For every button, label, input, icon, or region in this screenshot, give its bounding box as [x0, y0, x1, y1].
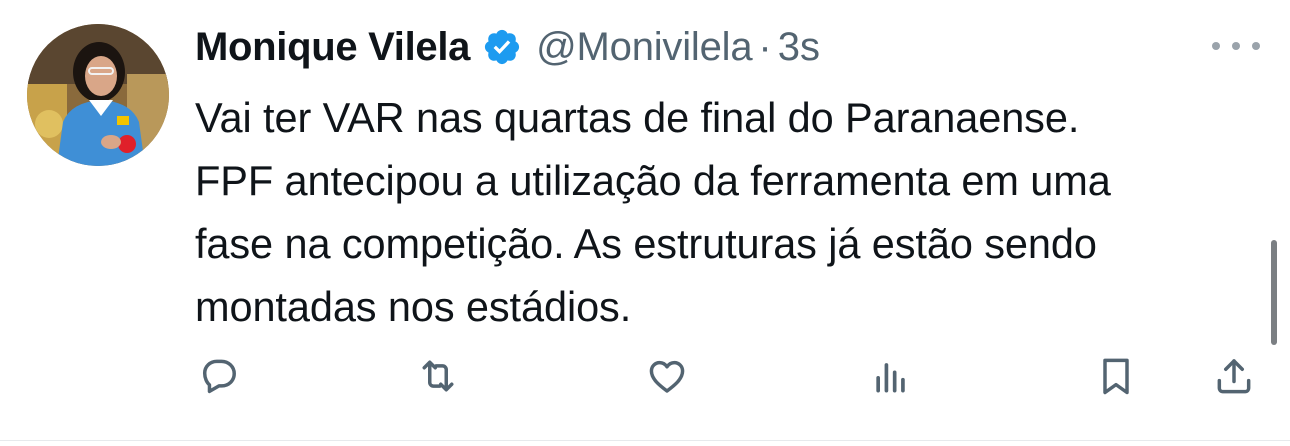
bookmark-button[interactable] — [1092, 352, 1140, 400]
share-button[interactable] — [1210, 352, 1258, 400]
bookmark-icon — [1103, 358, 1129, 395]
avatar[interactable] — [27, 24, 169, 166]
tweet[interactable]: Monique Vilela @Monivilela · 3s Vai ter … — [0, 0, 1290, 440]
display-name[interactable]: Monique Vilela — [195, 25, 470, 70]
verified-badge-icon — [482, 27, 522, 67]
views-button[interactable] — [867, 352, 915, 400]
tweet-text-line: FPF antecipou a utilização da ferramenta… — [195, 157, 1111, 204]
retweet-button[interactable] — [414, 352, 462, 400]
reply-button[interactable] — [195, 352, 243, 400]
scrollbar[interactable] — [1271, 240, 1277, 345]
like-button[interactable] — [643, 352, 691, 400]
more-options-icon[interactable] — [1212, 38, 1260, 54]
action-bar — [0, 352, 1290, 402]
share-icon — [1217, 359, 1251, 394]
separator-dot: · — [758, 24, 772, 69]
retweet-icon — [422, 360, 454, 392]
tweet-text: Vai ter VAR nas quartas de final do Para… — [195, 86, 1265, 338]
tweet-text-line: Vai ter VAR nas quartas de final do Para… — [195, 94, 1080, 141]
divider — [0, 440, 1290, 441]
timestamp[interactable]: 3s — [778, 25, 820, 70]
like-icon — [649, 360, 685, 393]
handle[interactable]: @Monivilela — [536, 25, 752, 70]
tweet-text-line: montadas nos estádios. — [195, 283, 632, 330]
views-icon — [876, 363, 905, 393]
tweet-header: Monique Vilela @Monivilela · 3s — [195, 18, 820, 76]
tweet-text-line: fase na competição. As estruturas já est… — [195, 220, 1097, 267]
reply-icon — [202, 359, 236, 394]
